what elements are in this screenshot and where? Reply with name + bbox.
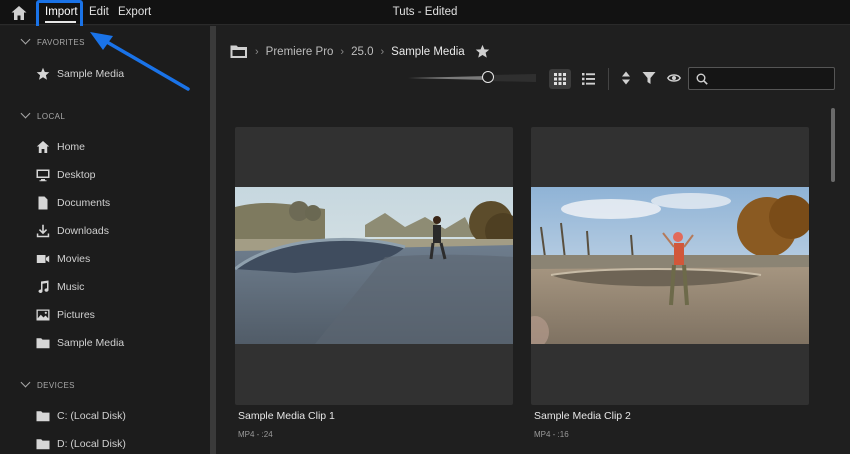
toolbar-divider	[608, 68, 609, 90]
clip-title-2: Sample Media Clip 2	[534, 410, 631, 422]
clip-meta-2: MP4 - :16	[534, 430, 569, 439]
clip-thumbnail-1	[235, 187, 513, 344]
sidebar-item-favorite-sample-media[interactable]: Sample Media	[36, 66, 124, 82]
grid-view-button[interactable]	[549, 69, 571, 89]
eye-icon[interactable]	[667, 71, 681, 85]
clip-card-2[interactable]	[531, 127, 809, 405]
search-input[interactable]	[713, 70, 831, 87]
favorites-section-header[interactable]: FAVORITES	[20, 34, 85, 47]
sidebar-item-sample-media[interactable]: Sample Media	[36, 335, 124, 351]
home-icon	[36, 141, 50, 153]
chevron-down-icon	[20, 108, 31, 119]
star-icon[interactable]	[475, 44, 490, 59]
list-icon	[581, 73, 595, 85]
devices-section-header[interactable]: DEVICES	[20, 377, 75, 390]
sidebar-item-pictures[interactable]: Pictures	[36, 307, 95, 323]
monitor-icon	[36, 169, 50, 182]
sidebar-item-movies[interactable]: Movies	[36, 251, 90, 267]
top-bar: Import Edit Export Tuts - Edited	[0, 0, 850, 25]
window-title: Tuts - Edited	[392, 6, 458, 18]
sidebar: FAVORITES Sample Media LOCAL Home Deskto…	[0, 26, 210, 454]
image-icon	[36, 309, 50, 321]
sidebar-item-documents[interactable]: Documents	[36, 195, 110, 211]
folder-icon	[36, 411, 50, 422]
chevron-down-icon	[20, 377, 31, 388]
sidebar-item-d-drive[interactable]: D: (Local Disk)	[36, 436, 126, 452]
sort-icon[interactable]	[619, 71, 633, 85]
music-note-icon	[38, 280, 49, 293]
search-icon	[696, 73, 708, 85]
breadcrumb: › Premiere Pro › 25.0 › Sample Media	[230, 44, 490, 59]
clip-card-1[interactable]	[235, 127, 513, 405]
document-icon	[38, 196, 48, 210]
folder-icon	[36, 338, 50, 349]
breadcrumb-item-current[interactable]: Sample Media	[391, 46, 465, 58]
clip-title-1: Sample Media Clip 1	[238, 410, 335, 422]
clip-meta-1: MP4 - :24	[238, 430, 273, 439]
local-section-header[interactable]: LOCAL	[20, 108, 65, 121]
download-icon	[36, 224, 50, 238]
sidebar-item-desktop[interactable]: Desktop	[36, 167, 96, 183]
chevron-down-icon	[20, 34, 31, 45]
thumbnail-size-slider[interactable]	[408, 74, 536, 82]
sidebar-item-downloads[interactable]: Downloads	[36, 223, 109, 239]
search-field[interactable]	[688, 67, 835, 90]
video-camera-icon	[36, 255, 50, 263]
sidebar-item-c-drive[interactable]: C: (Local Disk)	[36, 408, 126, 424]
vertical-scrollbar[interactable]	[831, 108, 835, 182]
folder-icon	[36, 439, 50, 450]
breadcrumb-item-version[interactable]: 25.0	[351, 46, 373, 58]
main-panel: › Premiere Pro › 25.0 › Sample Media Sam…	[216, 26, 850, 454]
clip-thumbnail-2	[531, 187, 809, 344]
filter-icon[interactable]	[642, 71, 656, 85]
sidebar-item-home[interactable]: Home	[36, 139, 85, 155]
slider-handle[interactable]	[482, 71, 494, 83]
breadcrumb-separator: ›	[255, 45, 259, 58]
breadcrumb-separator: ›	[380, 45, 385, 58]
list-view-button[interactable]	[577, 69, 599, 89]
breadcrumb-item-premiere-pro[interactable]: Premiere Pro	[266, 46, 334, 58]
grid-icon	[554, 73, 566, 85]
sidebar-item-music[interactable]: Music	[36, 279, 84, 295]
star-icon	[36, 67, 50, 80]
breadcrumb-separator: ›	[340, 45, 345, 58]
folder-open-icon[interactable]	[230, 44, 248, 59]
